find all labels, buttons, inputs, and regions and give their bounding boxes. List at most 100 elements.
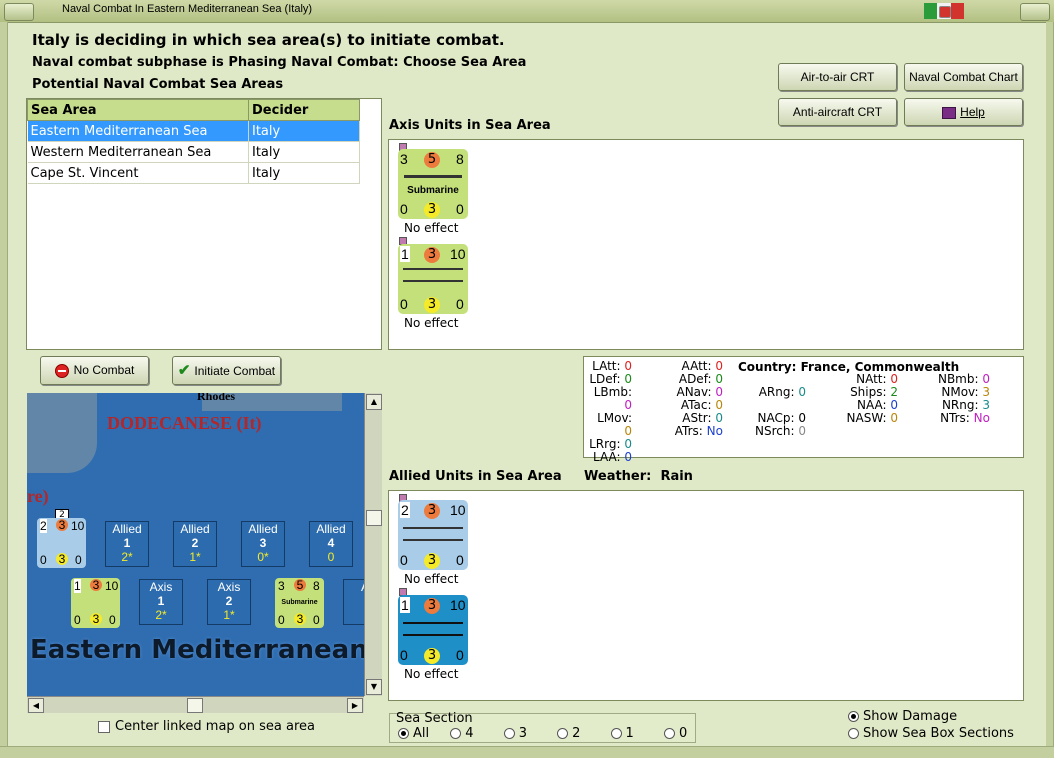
counter-stat: 0 — [74, 613, 81, 627]
header-line-1: Italy is deciding in which sea area(s) t… — [32, 31, 505, 49]
system-menu-button[interactable] — [4, 3, 34, 21]
ship-silhouette-icon — [403, 622, 463, 624]
header-line-2: Naval combat subphase is Phasing Naval C… — [32, 55, 527, 70]
radio-section-2[interactable]: 2 — [557, 726, 580, 741]
stat-key: NAA: — [856, 398, 887, 412]
stats-col-3: ARng: 0 NACp: 0 NSrch: 0 — [752, 386, 806, 438]
show-damage-option[interactable]: Show Damage — [848, 709, 957, 724]
decider-cell: Italy — [248, 120, 360, 142]
stat-key: NRng: — [941, 398, 979, 412]
radio-section-4[interactable]: 4 — [450, 726, 474, 741]
stat-key: NBmb: — [937, 372, 979, 386]
axis-sea-box[interactable]: Axis 2 1* — [207, 579, 251, 625]
radio-button[interactable] — [848, 728, 859, 739]
allied-sea-box[interactable]: Allied 2 1* — [173, 521, 217, 567]
map-axis-submarine-counter[interactable]: 3 5 8 Submarine 0 3 0 — [275, 578, 324, 628]
air-to-air-crt-button[interactable]: Air-to-air CRT — [778, 63, 897, 91]
table-row[interactable]: Cape St. Vincent Italy — [27, 162, 360, 184]
axis-unit-counter[interactable]: 3 5 8 Submarine 0 3 0 — [398, 149, 468, 219]
allied-sea-box[interactable]: Allied 3 0* — [241, 521, 285, 567]
sea-section-group: Sea Section All 4 3 2 1 0 — [389, 711, 696, 743]
unit-effect-label: No effect — [404, 572, 459, 586]
box-value: 0* — [257, 550, 269, 564]
close-button[interactable] — [1020, 3, 1050, 21]
box-title: Allied — [316, 522, 346, 536]
map-allied-counter[interactable]: 2 3 10 0 3 0 — [37, 518, 86, 568]
box-number: 2 — [225, 594, 233, 608]
anti-aircraft-crt-button[interactable]: Anti-aircraft CRT — [778, 98, 897, 126]
center-map-checkbox[interactable] — [98, 720, 110, 733]
counter-stat: 3 — [424, 247, 440, 263]
unit-type-label: Submarine — [407, 185, 459, 196]
stat-key: NTrs: — [940, 411, 970, 425]
table-row[interactable]: Western Mediterranean Sea Italy — [27, 141, 360, 163]
counter-stat: 3 — [278, 579, 285, 593]
box-title: Axis — [217, 580, 241, 594]
scroll-thumb[interactable] — [366, 510, 382, 526]
axis-units-label: Axis Units in Sea Area — [389, 118, 551, 133]
scroll-right-arrow-icon[interactable]: ▶ — [347, 698, 363, 713]
window-title: Naval Combat In Eastern Mediterranean Se… — [62, 3, 313, 15]
axis-unit-counter[interactable]: 1 3 10 0 3 0 — [398, 244, 468, 314]
stat-value: 0 — [624, 437, 632, 451]
counter-stat: 3 — [424, 598, 440, 614]
scroll-left-arrow-icon[interactable]: ◀ — [28, 698, 44, 713]
decider-cell: Italy — [248, 162, 360, 184]
radio-button[interactable] — [450, 728, 462, 739]
unit-type-label: Submarine — [281, 599, 318, 606]
map-label-region: re) — [27, 486, 49, 506]
counter-stat: 2 — [400, 502, 410, 518]
counter-stat: 0 — [456, 296, 464, 312]
radio-button[interactable] — [848, 711, 859, 722]
no-combat-button[interactable]: No Combat — [40, 356, 149, 385]
allied-unit-counter[interactable]: 2 3 10 0 3 0 — [398, 500, 468, 570]
title-bar: Naval Combat In Eastern Mediterranean Se… — [0, 0, 1054, 23]
right-frame — [1046, 22, 1054, 758]
radio-button[interactable] — [398, 728, 409, 739]
show-sections-option[interactable]: Show Sea Box Sections — [848, 726, 1014, 741]
help-button-label: Help — [960, 105, 985, 119]
allied-sea-box[interactable]: Allied 1 2* — [105, 521, 149, 567]
radio-section-3[interactable]: 3 — [503, 726, 527, 741]
radio-button[interactable] — [557, 728, 569, 739]
allied-sea-box[interactable]: Allied 4 0 — [309, 521, 353, 567]
radio-section-1[interactable]: 1 — [610, 726, 634, 741]
stat-key: AAtt: — [681, 359, 712, 373]
box-value: 1* — [189, 550, 201, 564]
stats-col-2: AAtt: 0 ADef: 0 ANav: 0 ATac: 0 AStr: 0 … — [671, 360, 723, 438]
header-line-3: Potential Naval Combat Sea Areas — [32, 77, 284, 92]
box-number: 2 — [191, 536, 199, 550]
scroll-thumb[interactable] — [187, 698, 203, 713]
axis-sea-box[interactable]: Axis 1 2* — [139, 579, 183, 625]
radio-section-all[interactable]: All — [398, 726, 429, 741]
center-map-checkbox-row[interactable]: Center linked map on sea area — [98, 719, 315, 734]
decider-cell: Italy — [248, 141, 360, 163]
sea-area-map[interactable]: Rhodes DODECANESE (It) re) 2 2 3 10 0 3 … — [27, 393, 367, 696]
stat-value: 0 — [715, 398, 723, 412]
help-button[interactable]: Help — [904, 98, 1023, 126]
col-header-sea-area[interactable]: Sea Area — [27, 99, 249, 121]
radio-button[interactable] — [610, 728, 622, 739]
land-mass — [27, 393, 97, 473]
sea-area-cell: Eastern Mediterranean Sea — [27, 120, 249, 142]
counter-stat: 10 — [450, 597, 466, 613]
stat-value: 0 — [624, 450, 632, 464]
naval-combat-chart-button[interactable]: Naval Combat Chart — [904, 63, 1023, 91]
counter-stat: 1 — [400, 597, 410, 613]
scroll-down-arrow-icon[interactable]: ▼ — [366, 679, 382, 695]
table-row[interactable]: Eastern Mediterranean Sea Italy — [27, 120, 360, 142]
allied-unit-counter[interactable]: 1 3 10 0 3 0 — [398, 595, 468, 665]
stat-value: 0 — [715, 372, 723, 386]
initiate-combat-button[interactable]: ✔ Initiate Combat — [172, 356, 281, 385]
map-axis-counter[interactable]: 1 3 10 0 3 0 — [71, 578, 120, 628]
radio-section-0[interactable]: 0 — [663, 726, 687, 741]
radio-button[interactable] — [663, 728, 675, 739]
col-header-decider[interactable]: Decider — [248, 99, 360, 121]
map-horizontal-scrollbar[interactable]: ◀ ▶ — [27, 696, 364, 713]
scroll-up-arrow-icon[interactable]: ▲ — [366, 394, 382, 410]
counter-stat: 8 — [456, 151, 464, 167]
map-vertical-scrollbar[interactable]: ▲ ▼ — [364, 393, 382, 696]
radio-button[interactable] — [503, 728, 515, 739]
box-value: 1* — [223, 608, 235, 622]
unit-effect-label: No effect — [404, 221, 459, 235]
